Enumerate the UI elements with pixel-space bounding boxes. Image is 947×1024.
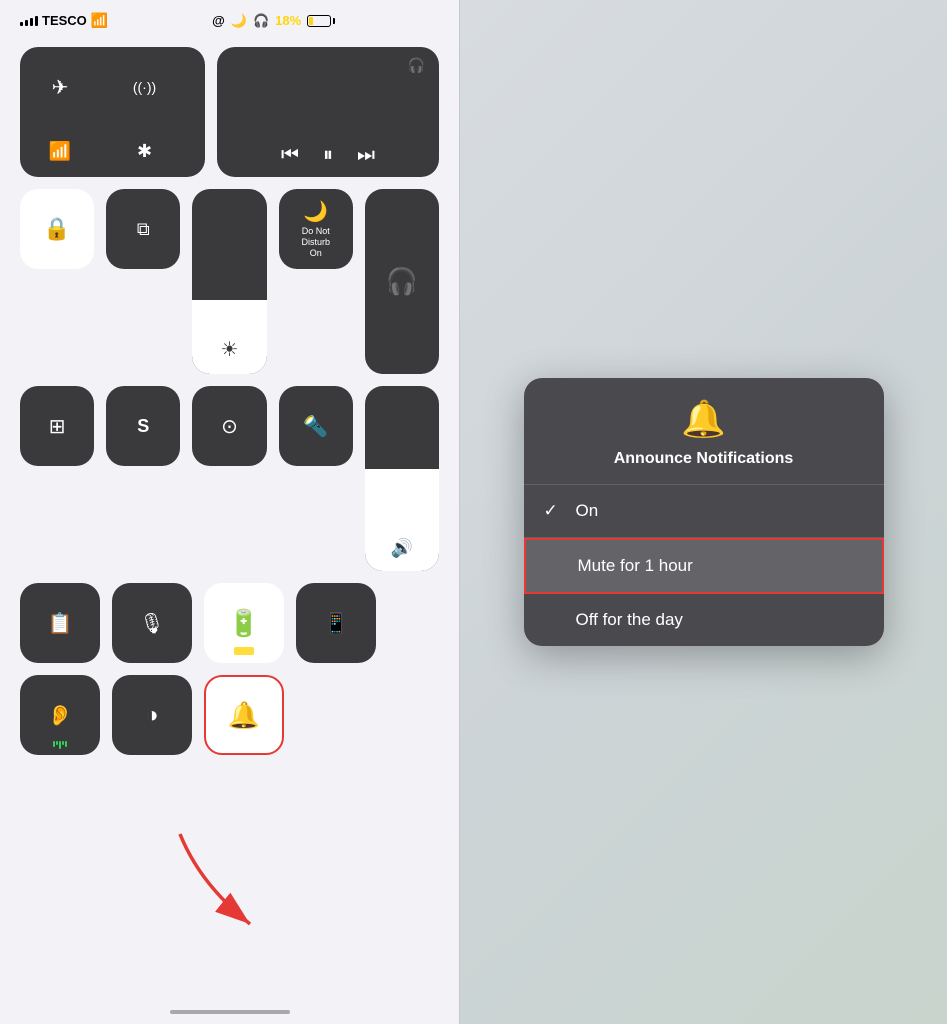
popup-on-text: On [576,501,599,521]
status-left: TESCO 📶 [20,12,108,29]
iphone-screen: TESCO 📶 @ 🌙 🎧 18% ✈ ((·)) 📶 [0,0,460,1024]
popup-item-on[interactable]: ✓ On [524,485,884,538]
signal-bars [20,16,38,26]
shazam-tile[interactable]: S [106,386,180,466]
play-pause-button[interactable]: ⏸ [323,144,333,167]
dark-mode-icon: ◑ [145,702,158,728]
headphone-icon: 🎧 [253,13,269,29]
lock-icon: 🔒 [43,216,70,242]
row-utilities: 📋 🎙 🔋 📱 [20,583,439,663]
announce-notifications-tile[interactable]: 🔔 [204,675,284,755]
bluetooth-button[interactable]: ✱ [117,123,173,179]
notes-tile[interactable]: 📋 [20,583,100,663]
battery-tile-icon: 🔋 [228,608,260,639]
record-icon: ⊙ [221,414,238,439]
popup-item-off-day[interactable]: ✓ Off for the day [524,594,884,646]
remote-tile[interactable]: 📱 [296,583,376,663]
voice-memos-tile[interactable]: 🎙 [112,583,192,663]
announce-bell-icon: 🔔 [228,700,260,731]
connectivity-tile: ✈ ((·)) 📶 ✱ [20,47,205,177]
voice-memos-icon: 🎙 [139,611,164,636]
do-not-disturb-tile[interactable]: 🌙 Do NotDisturbOn [279,189,353,269]
popup-bell-icon: 🔔 [681,398,726,440]
calculator-tile[interactable]: ⊞ [20,386,94,466]
flashlight-tile[interactable]: 🔦 [279,386,353,466]
rewind-button[interactable]: ⏮ [281,144,299,167]
moon-dnd-icon: 🌙 [303,199,328,224]
battery-tile[interactable]: 🔋 [204,583,284,663]
popup-title: Announce Notifications [614,450,794,468]
brightness-tile[interactable]: ☀ [192,189,266,374]
dnd-label: Do NotDisturbOn [301,226,330,258]
airpods-tile-icon: 🎧 [386,266,418,297]
screen-lock-tile[interactable]: 🔒 [20,189,94,269]
media-tile: 🎧 ⏮ ⏸ ⏭ [217,47,439,177]
signal-bar-3 [30,18,33,26]
volume-icon: 🔊 [391,538,413,559]
row-apps: ⊞ S ⊙ 🔦 🔊 [20,386,439,571]
battery-tip [333,18,335,24]
screen-record-tile[interactable]: ⊙ [192,386,266,466]
airpods-indicator: 🎧 [231,57,425,74]
row-accessibility: 👂 ◑ 🔔 [20,675,439,755]
flashlight-icon: 🔦 [303,414,328,439]
screen-mirror-tile[interactable]: ⧉ [106,189,180,269]
row-connectivity-media: ✈ ((·)) 📶 ✱ 🎧 ⏮ ⏸ ⏭ [20,47,439,177]
airpods-tile[interactable]: 🎧 [365,189,439,374]
forward-button[interactable]: ⏭ [357,144,375,167]
checkmark-icon: ✓ [544,501,564,521]
signal-bar-4 [35,16,38,26]
popup-mute-text: Mute for 1 hour [578,556,693,576]
remote-icon: 📱 [324,611,349,636]
wifi-button[interactable]: 📶 [32,123,88,179]
hearing-tile[interactable]: 👂 [20,675,100,755]
popup-header: 🔔 Announce Notifications [524,378,884,485]
right-panel: 🔔 Announce Notifications ✓ On ✓ Mute for… [460,0,947,1024]
battery-icon [307,15,335,27]
battery-percent: 18% [275,13,301,28]
airplane-button[interactable]: ✈ [32,59,88,115]
hearing-icon: 👂 [48,703,73,728]
signal-bar-1 [20,22,23,26]
mirror-icon: ⧉ [137,219,150,240]
status-bar: TESCO 📶 @ 🌙 🎧 18% [0,0,459,37]
media-controls: ⏮ ⏸ ⏭ [231,144,425,167]
red-arrow [120,824,300,944]
signal-bar-2 [25,20,28,26]
cellular-button[interactable]: ((·)) [117,59,173,115]
row-tools: 🔒 ⧉ ☀ 🌙 Do NotDisturbOn 🎧 [20,189,439,374]
battery-body [307,15,331,27]
volume-tile[interactable]: 🔊 [365,386,439,571]
wifi-icon: 📶 [91,12,108,29]
dark-mode-tile[interactable]: ◑ [112,675,192,755]
airpods-icon: 🎧 [408,57,425,74]
battery-fill [309,17,313,25]
battery-indicator [234,647,254,655]
popup-off-text: Off for the day [576,610,683,630]
shazam-icon: S [137,416,149,437]
carrier-name: TESCO [42,13,87,28]
moon-icon: 🌙 [231,13,247,29]
home-indicator [170,1010,290,1014]
popup-item-mute-hour[interactable]: ✓ Mute for 1 hour [524,538,884,594]
calculator-icon: ⊞ [49,414,66,439]
brightness-icon: ☀ [221,337,239,362]
status-center: @ 🌙 🎧 18% [212,13,335,29]
at-icon: @ [212,13,225,28]
announce-notifications-popup: 🔔 Announce Notifications ✓ On ✓ Mute for… [524,378,884,646]
control-center-grid: ✈ ((·)) 📶 ✱ 🎧 ⏮ ⏸ ⏭ 🔒 [0,37,459,775]
notes-icon: 📋 [48,611,73,636]
hearing-indicator [53,741,67,749]
